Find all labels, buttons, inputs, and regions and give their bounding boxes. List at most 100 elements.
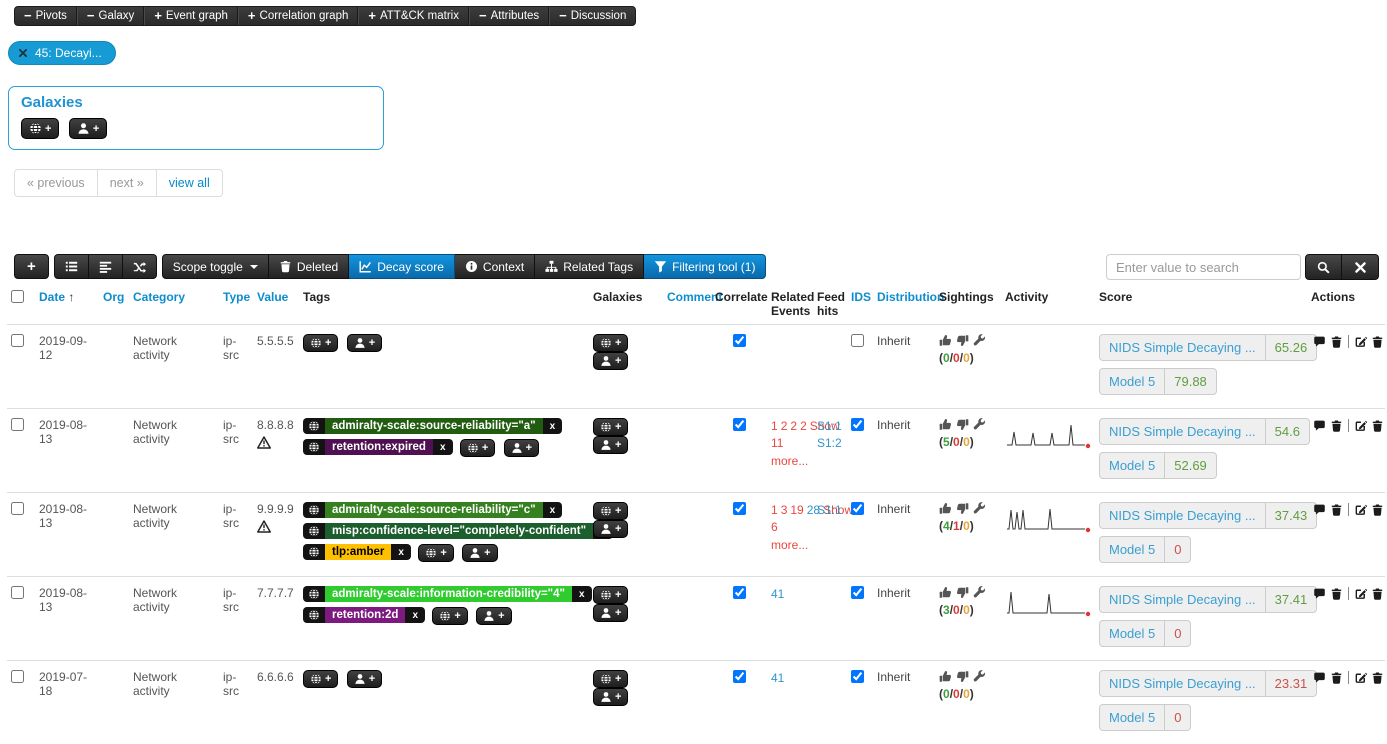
search-button[interactable] — [1305, 254, 1342, 280]
trash-icon[interactable] — [1330, 587, 1343, 601]
tag-label[interactable]: misp:confidence-level="completely-confid… — [325, 523, 593, 539]
trash-icon[interactable] — [1330, 503, 1343, 517]
edit-icon[interactable] — [1354, 503, 1367, 517]
edit-icon[interactable] — [1354, 335, 1367, 349]
comment-icon[interactable] — [1313, 503, 1326, 517]
thumbs-up-icon[interactable] — [939, 502, 952, 515]
add-tag-button[interactable]: + — [418, 544, 453, 562]
related-event-link[interactable]: 1 — [771, 419, 778, 433]
feed-hit-link[interactable]: S1:2 — [817, 435, 842, 452]
context-toggle-button[interactable]: Context — [455, 254, 535, 279]
column-header-type[interactable]: Type — [219, 282, 253, 325]
add-galaxy-button[interactable]: + — [593, 502, 628, 520]
comment-icon[interactable] — [1313, 419, 1326, 433]
tag-label[interactable]: retention:expired — [325, 439, 433, 455]
column-header-category[interactable]: Category — [129, 282, 219, 325]
tab-pivots[interactable]: −Pivots — [15, 7, 77, 25]
filtering-tool-button[interactable]: Filtering tool (1) — [644, 254, 766, 279]
add-local-galaxy-button[interactable]: + — [593, 520, 628, 538]
add-galaxy-button[interactable]: + — [21, 118, 59, 139]
list-view-button[interactable] — [54, 254, 89, 279]
add-local-galaxy-button[interactable]: + — [69, 118, 107, 139]
row-select-checkbox[interactable] — [11, 334, 24, 347]
view-all-button[interactable]: view all — [156, 169, 223, 197]
tag-label[interactable]: tlp:amber — [325, 544, 391, 560]
add-local-tag-button[interactable]: + — [347, 334, 382, 352]
edit-icon[interactable] — [1354, 419, 1367, 433]
add-local-galaxy-button[interactable]: + — [593, 352, 628, 370]
row-select-checkbox[interactable] — [11, 502, 24, 515]
deleted-toggle-button[interactable]: Deleted — [269, 254, 349, 279]
related-event-link[interactable]: 2 — [781, 419, 788, 433]
delete-icon[interactable] — [1371, 671, 1384, 685]
related-event-link[interactable]: 2 — [800, 419, 807, 433]
row-select-checkbox[interactable] — [11, 418, 24, 431]
remove-tag-button[interactable]: x — [572, 586, 592, 602]
tab-event-graph[interactable]: +Event graph — [144, 7, 238, 25]
remove-tag-button[interactable]: x — [543, 502, 563, 518]
related-event-link[interactable]: 41 — [771, 671, 784, 685]
correlate-checkbox[interactable] — [733, 418, 746, 431]
trash-icon[interactable] — [1330, 671, 1343, 685]
ids-checkbox[interactable] — [851, 334, 864, 347]
next-page-button[interactable]: next » — [97, 169, 157, 197]
tag-label[interactable]: admiralty-scale:source-reliability="c" — [325, 502, 543, 518]
comment-icon[interactable] — [1313, 587, 1326, 601]
scope-toggle-button[interactable]: Scope toggle — [162, 254, 269, 279]
thumbs-down-icon[interactable] — [956, 586, 969, 599]
column-header-comment[interactable]: Comment — [663, 282, 711, 325]
column-header-value[interactable]: Value — [253, 282, 299, 325]
tab-galaxy[interactable]: −Galaxy — [77, 7, 144, 25]
close-icon[interactable] — [18, 48, 28, 58]
row-select-checkbox[interactable] — [11, 670, 24, 683]
column-header-distribution[interactable]: Distribution — [873, 282, 935, 325]
related-event-link[interactable]: 1 — [771, 503, 778, 517]
tag-label[interactable]: retention:2d — [325, 607, 405, 623]
thumbs-down-icon[interactable] — [956, 502, 969, 515]
add-local-galaxy-button[interactable]: + — [593, 436, 628, 454]
add-galaxy-button[interactable]: + — [593, 670, 628, 688]
comment-icon[interactable] — [1313, 671, 1326, 685]
trash-icon[interactable] — [1330, 335, 1343, 349]
edit-icon[interactable] — [1354, 671, 1367, 685]
related-event-link[interactable]: 19 — [790, 503, 803, 517]
delete-icon[interactable] — [1371, 335, 1384, 349]
previous-page-button[interactable]: « previous — [14, 169, 98, 197]
tab-attributes[interactable]: −Attributes — [469, 7, 549, 25]
decay-score-toggle-button[interactable]: Decay score — [349, 254, 455, 279]
proposals-view-button[interactable] — [89, 254, 123, 279]
wrench-icon[interactable] — [973, 418, 986, 431]
ids-checkbox[interactable] — [851, 418, 864, 431]
correlate-checkbox[interactable] — [733, 670, 746, 683]
select-all-checkbox[interactable] — [11, 290, 24, 303]
add-tag-button[interactable]: + — [432, 607, 467, 625]
delete-icon[interactable] — [1371, 587, 1384, 601]
tab-correlation-graph[interactable]: +Correlation graph — [238, 7, 358, 25]
add-tag-button[interactable]: + — [460, 439, 495, 457]
add-local-tag-button[interactable]: + — [504, 439, 539, 457]
thumbs-down-icon[interactable] — [956, 670, 969, 683]
remove-tag-button[interactable]: x — [405, 607, 425, 623]
remove-tag-button[interactable]: x — [433, 439, 453, 455]
feed-hit-link[interactable]: S1:1 — [817, 418, 842, 435]
feed-hit-link[interactable]: S1:1 — [817, 502, 842, 519]
related-event-link[interactable]: 41 — [771, 587, 784, 601]
tab-attack-matrix[interactable]: +ATT&CK matrix — [358, 7, 469, 25]
delete-icon[interactable] — [1371, 503, 1384, 517]
correlate-checkbox[interactable] — [733, 502, 746, 515]
add-tag-button[interactable]: + — [303, 670, 338, 688]
thumbs-up-icon[interactable] — [939, 586, 952, 599]
comment-icon[interactable] — [1313, 335, 1326, 349]
wrench-icon[interactable] — [973, 586, 986, 599]
add-local-galaxy-button[interactable]: + — [593, 688, 628, 706]
add-local-tag-button[interactable]: + — [347, 670, 382, 688]
related-event-link[interactable]: 2 — [790, 419, 797, 433]
event-pill[interactable]: 45: Decayi... — [8, 41, 116, 65]
ids-checkbox[interactable] — [851, 586, 864, 599]
thumbs-down-icon[interactable] — [956, 418, 969, 431]
tag-label[interactable]: admiralty-scale:source-reliability="a" — [325, 418, 543, 434]
related-event-link[interactable]: 3 — [781, 503, 788, 517]
search-input[interactable] — [1106, 254, 1301, 280]
ids-checkbox[interactable] — [851, 502, 864, 515]
add-tag-button[interactable]: + — [303, 334, 338, 352]
